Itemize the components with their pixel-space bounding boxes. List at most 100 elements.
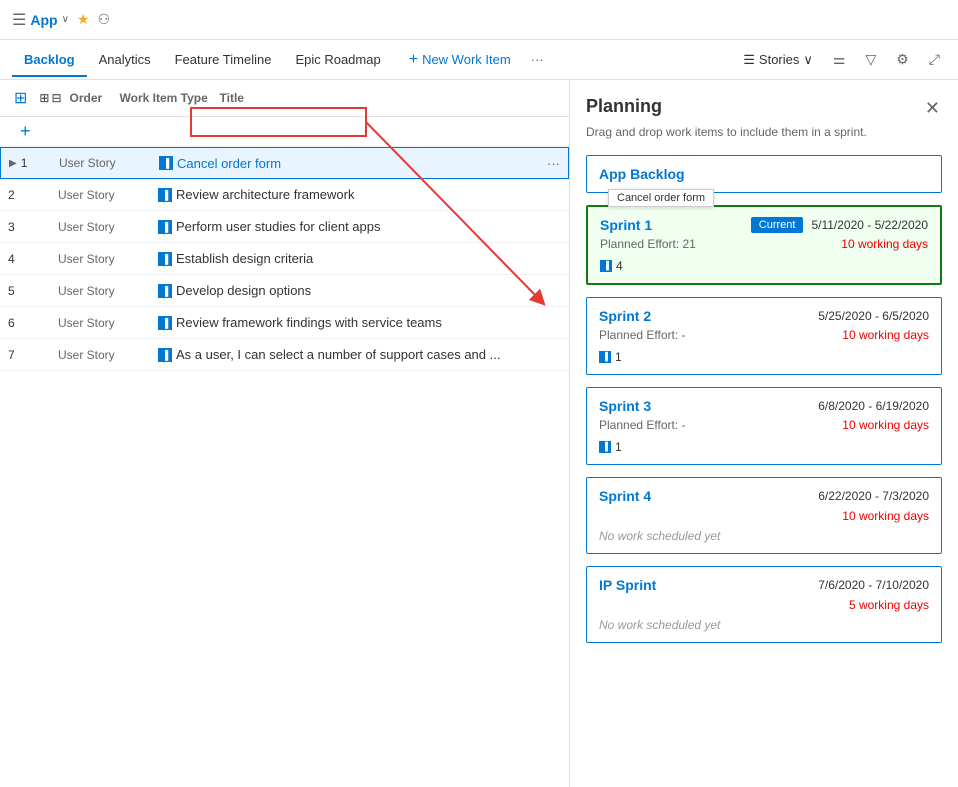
- table-row[interactable]: 5 User Story ▐ Develop design options: [0, 275, 569, 307]
- top-bar: ☰ App ∨ ★ ⚇: [0, 0, 958, 40]
- sprint-4-no-work: No work scheduled yet: [599, 529, 929, 543]
- row-type: User Story: [58, 316, 158, 330]
- sprint-3-name: Sprint 3: [599, 398, 651, 414]
- nav-feature-timeline[interactable]: Feature Timeline: [163, 42, 284, 77]
- title-header: Title: [220, 91, 561, 105]
- menu-icon[interactable]: ☰: [12, 10, 26, 30]
- app-chevron-icon[interactable]: ∨: [62, 14, 69, 25]
- new-work-item-button[interactable]: + New Work Item: [401, 47, 519, 73]
- sprint-2-working-days: 10 working days: [842, 328, 929, 344]
- table-row[interactable]: 6 User Story ▐ Review framework findings…: [0, 307, 569, 339]
- sprint-2-name: Sprint 2: [599, 308, 651, 324]
- stories-chevron-icon: ∨: [803, 52, 813, 68]
- planning-title: Planning: [586, 96, 662, 117]
- row-order: 7: [8, 348, 58, 362]
- expand-all-icon[interactable]: ⊞: [39, 91, 49, 105]
- collapse-all-icon[interactable]: ⊟: [51, 91, 61, 105]
- story-type-icon: ▐: [158, 220, 172, 234]
- ip-sprint-name: IP Sprint: [599, 577, 656, 593]
- row-title[interactable]: ▐ Review architecture framework: [158, 187, 561, 202]
- sprint-3-card[interactable]: Sprint 3 6/8/2020 - 6/19/2020 Planned Ef…: [586, 387, 942, 465]
- row-type: User Story: [58, 220, 158, 234]
- add-item-row[interactable]: +: [0, 117, 569, 147]
- row-title[interactable]: ▐ Develop design options: [158, 283, 561, 298]
- table-row[interactable]: 4 User Story ▐ Establish design criteria: [0, 243, 569, 275]
- ip-sprint-working-days: 5 working days: [849, 598, 929, 612]
- row-order: 6: [8, 316, 58, 330]
- ip-sprint-no-work: No work scheduled yet: [599, 618, 929, 632]
- sprint-3-working-days: 10 working days: [842, 418, 929, 434]
- row-title[interactable]: ▐ Establish design criteria: [158, 251, 561, 266]
- nav-backlog[interactable]: Backlog: [12, 42, 87, 77]
- planning-close-button[interactable]: ✕: [923, 96, 942, 121]
- sprint-3-dates: 6/8/2020 - 6/19/2020: [818, 399, 929, 413]
- row-order: ▶ 1: [9, 156, 59, 170]
- work-item-type-header: Work Item Type: [120, 91, 220, 105]
- sprint-4-card[interactable]: Sprint 4 6/22/2020 - 7/3/2020 10 working…: [586, 477, 942, 554]
- story-type-icon: ▐: [158, 188, 172, 202]
- row-more-button[interactable]: ···: [547, 156, 560, 171]
- sprint-3-count: ▐ 1: [599, 440, 929, 454]
- sprint-1-name: Sprint 1: [600, 217, 652, 233]
- nav-right-controls: ☰ Stories ∨ ⚌ ▽ ⚙ ⤢: [737, 47, 946, 72]
- more-options-button[interactable]: ···: [523, 48, 552, 71]
- ip-sprint-card[interactable]: IP Sprint 7/6/2020 - 7/10/2020 5 working…: [586, 566, 942, 643]
- row-type: User Story: [58, 348, 158, 362]
- sprint-3-header: Sprint 3 6/8/2020 - 6/19/2020: [599, 398, 929, 414]
- sprint-1-card[interactable]: Cancel order form Sprint 1 Current 5/11/…: [586, 205, 942, 285]
- sprint-count-icon: ▐: [599, 441, 611, 453]
- ip-sprint-header: IP Sprint 7/6/2020 - 7/10/2020: [599, 577, 929, 593]
- row-title[interactable]: ▐ Perform user studies for client apps: [158, 219, 561, 234]
- expand-collapse-icons: ⊞ ⊟: [39, 91, 61, 105]
- table-row[interactable]: ▶ 1 User Story ▐ Cancel order form ···: [0, 147, 569, 179]
- row-title[interactable]: ▐ Review framework findings with service…: [158, 315, 561, 330]
- row-order: 5: [8, 284, 58, 298]
- sprint-1-count: ▐ 4: [600, 259, 928, 273]
- add-item-icon[interactable]: +: [20, 121, 31, 142]
- app-title[interactable]: App: [30, 12, 57, 28]
- row-type: User Story: [59, 156, 159, 170]
- story-type-icon: ▐: [158, 252, 172, 266]
- row-type: User Story: [58, 284, 158, 298]
- sprint-2-count: ▐ 1: [599, 350, 929, 364]
- sprint-count-icon: ▐: [599, 351, 611, 363]
- expand-icon[interactable]: ⤢: [923, 47, 946, 72]
- row-type: User Story: [58, 252, 158, 266]
- table-row[interactable]: 2 User Story ▐ Review architecture frame…: [0, 179, 569, 211]
- nav-analytics[interactable]: Analytics: [87, 42, 163, 77]
- sprint-count-icon: ▐: [600, 260, 612, 272]
- sprint-1-working-days: 10 working days: [841, 237, 928, 253]
- row-order: 3: [8, 220, 58, 234]
- order-header: Order: [70, 91, 120, 105]
- plus-icon: +: [409, 51, 418, 69]
- stories-dropdown[interactable]: ☰ Stories ∨: [737, 48, 819, 72]
- table-header: ⊞ ⊞ ⊟ Order Work Item Type Title: [0, 80, 569, 117]
- star-icon[interactable]: ★: [77, 11, 90, 28]
- planning-header: Planning ✕: [586, 96, 942, 121]
- row-order: 2: [8, 188, 58, 202]
- add-row-button[interactable]: ⊞: [8, 86, 33, 110]
- gear-icon[interactable]: ⚙: [890, 47, 915, 72]
- row-order: 4: [8, 252, 58, 266]
- people-icon[interactable]: ⚇: [97, 11, 110, 28]
- table-row[interactable]: 7 User Story ▐ As a user, I can select a…: [0, 339, 569, 371]
- sprint-3-effort: Planned Effort: -: [599, 418, 686, 432]
- nav-epic-roadmap[interactable]: Epic Roadmap: [283, 42, 392, 77]
- nav-bar: Backlog Analytics Feature Timeline Epic …: [0, 40, 958, 80]
- filter-icon[interactable]: ▽: [859, 47, 882, 72]
- app-backlog-card[interactable]: App Backlog: [586, 155, 942, 193]
- settings-icon[interactable]: ⚌: [827, 47, 852, 72]
- story-type-icon: ▐: [158, 348, 172, 362]
- sprint-2-card[interactable]: Sprint 2 5/25/2020 - 6/5/2020 Planned Ef…: [586, 297, 942, 375]
- row-type: User Story: [58, 188, 158, 202]
- sprint-1-dates: 5/11/2020 - 5/22/2020: [811, 218, 928, 232]
- sprint-2-effort: Planned Effort: -: [599, 328, 686, 342]
- app-backlog-title: App Backlog: [599, 166, 929, 182]
- story-type-icon: ▐: [158, 284, 172, 298]
- table-row[interactable]: 3 User Story ▐ Perform user studies for …: [0, 211, 569, 243]
- row-title[interactable]: ▐ Cancel order form: [159, 156, 547, 171]
- stories-icon: ☰: [743, 52, 755, 68]
- row-title[interactable]: ▐ As a user, I can select a number of su…: [158, 347, 561, 362]
- expand-icon[interactable]: ▶: [9, 158, 17, 169]
- sprint-4-name: Sprint 4: [599, 488, 651, 504]
